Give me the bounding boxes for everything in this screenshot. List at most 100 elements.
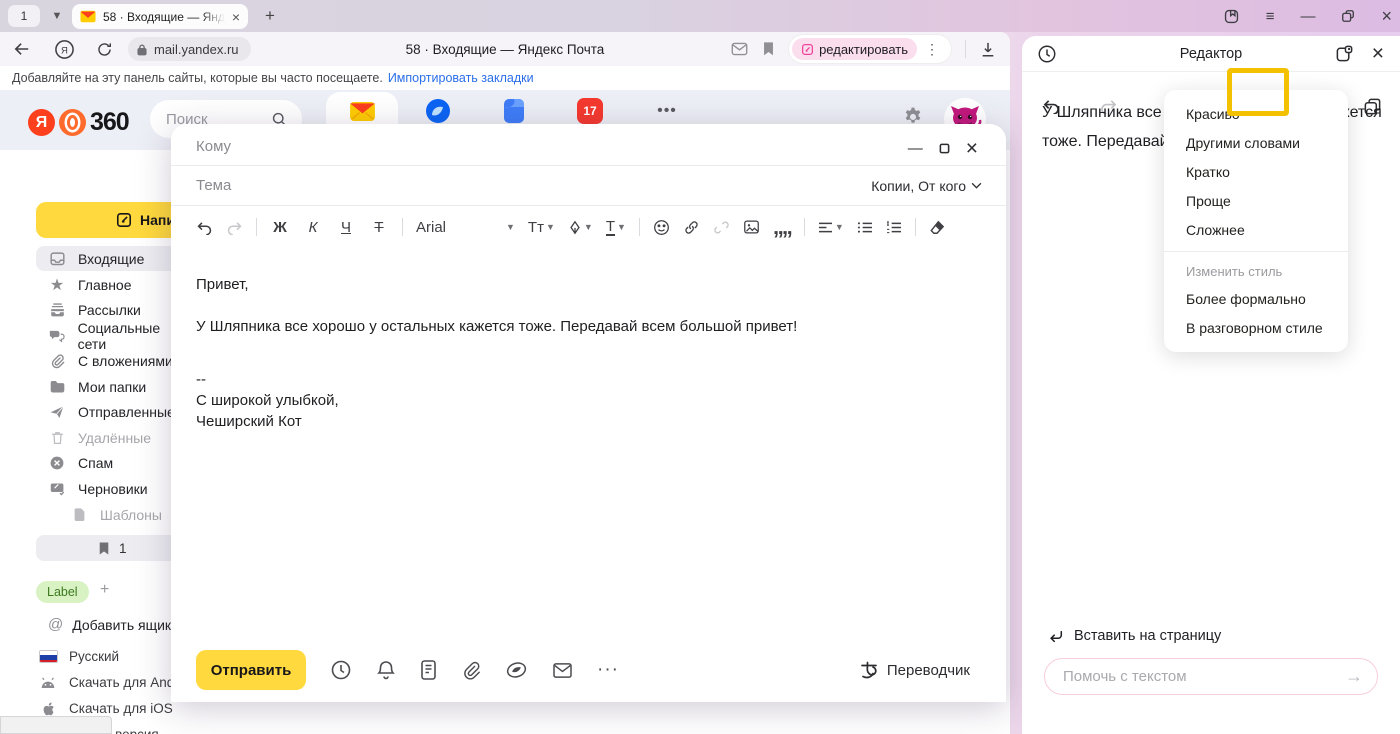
message-body[interactable]: Привет, У Шляпника все хорошо у остальны… xyxy=(171,248,1006,432)
format-toolbar: Ж К Ч Т Arial▼ Tт▼ ▼ Т▼ „„ ▼ xyxy=(171,206,1006,248)
add-mailbox-label: Добавить ящик xyxy=(72,617,171,633)
menu-item-simplify[interactable]: Проще xyxy=(1164,186,1348,215)
label-tag[interactable]: Label xyxy=(36,581,89,603)
translator-button[interactable]: Переводчик xyxy=(859,660,970,680)
align-select[interactable]: ▼ xyxy=(818,221,844,234)
sidebar-item-attachments[interactable]: С вложениями xyxy=(36,348,190,373)
edit-button[interactable]: редактировать xyxy=(792,38,917,60)
menu-item-rephrase[interactable]: Другими словами xyxy=(1164,128,1348,157)
close-panel-icon[interactable]: × xyxy=(1372,43,1384,64)
compose-close-icon[interactable]: × xyxy=(966,138,978,159)
new-tab-button[interactable]: + xyxy=(258,5,282,27)
sidebar-item-social[interactable]: Социальные сети xyxy=(36,323,190,348)
subject-placeholder: Тема xyxy=(196,177,231,194)
font-family-select[interactable]: Arial▼ xyxy=(416,219,515,236)
compose-maximize-icon[interactable] xyxy=(939,143,950,154)
bold-button[interactable]: Ж xyxy=(270,219,290,236)
android-icon xyxy=(38,677,58,689)
refresh-icon[interactable] xyxy=(84,41,124,58)
template-note-icon[interactable] xyxy=(420,659,437,681)
underline-button[interactable]: Ч xyxy=(336,219,356,236)
import-bookmarks-link[interactable]: Импортировать закладки xyxy=(388,71,534,85)
eraser-icon[interactable] xyxy=(929,220,945,235)
browser-menu-icon[interactable]: ≡ xyxy=(1266,9,1275,24)
panel-bookmark-icon[interactable] xyxy=(1223,8,1240,25)
footer-label: Русский xyxy=(69,649,119,664)
insert-label: Вставить на страницу xyxy=(1074,628,1221,644)
quote-icon[interactable]: „„ xyxy=(773,222,791,232)
font-size-select[interactable]: Tт▼ xyxy=(528,219,555,236)
translator-label: Переводчик xyxy=(887,662,970,679)
add-label-icon[interactable]: + xyxy=(100,581,109,599)
mail-notify-icon[interactable] xyxy=(731,42,748,56)
body-line xyxy=(196,295,981,316)
italic-button[interactable]: К xyxy=(303,219,323,236)
attach-from-disk-icon[interactable] xyxy=(505,660,528,680)
language-selector[interactable]: Русский xyxy=(38,644,119,669)
detach-panel-icon[interactable] xyxy=(1335,44,1354,63)
insert-image-icon[interactable] xyxy=(743,219,760,235)
text-color-select[interactable]: Т▼ xyxy=(606,219,626,236)
mail-app-icon xyxy=(349,101,376,122)
cc-from-toggle[interactable]: Копии, От кого xyxy=(871,178,982,194)
back-icon[interactable] xyxy=(0,41,44,57)
link-icon[interactable] xyxy=(683,219,700,236)
sidebar-item-trash[interactable]: Удалённые xyxy=(36,425,190,450)
yandex360-logo[interactable]: Я 360 xyxy=(28,108,129,137)
body-line: С широкой улыбкой, xyxy=(196,390,981,411)
chat-bubbles-icon xyxy=(48,328,66,343)
body-line: Привет, xyxy=(196,274,981,295)
sidebar-item-newsletters[interactable]: Рассылки xyxy=(36,297,190,322)
redo-icon[interactable] xyxy=(226,220,243,235)
tab-close-icon[interactable]: × xyxy=(232,10,240,24)
insert-to-page-button[interactable]: Вставить на страницу xyxy=(1048,628,1221,644)
add-mailbox-button[interactable]: @ Добавить ящик xyxy=(48,616,171,633)
menu-divider xyxy=(1164,251,1348,252)
sidebar-label: Рассылки xyxy=(78,302,141,318)
footer-label: Скачать для iOS xyxy=(69,701,173,716)
menu-item-more-formal[interactable]: Более формально xyxy=(1164,284,1348,313)
sidebar-item-folders[interactable]: Мои папки xyxy=(36,374,190,399)
strikethrough-button[interactable]: Т xyxy=(369,219,389,236)
sidebar-item-templates[interactable]: Шаблоны xyxy=(36,502,190,527)
address-bar[interactable]: mail.yandex.ru xyxy=(128,37,251,61)
compose-minimize-icon[interactable]: — xyxy=(908,140,923,157)
notify-bell-icon[interactable] xyxy=(376,659,396,681)
schedule-send-icon[interactable] xyxy=(330,659,352,681)
emoji-icon[interactable] xyxy=(653,219,670,236)
bookmark-icon[interactable] xyxy=(762,41,775,57)
at-icon: @ xyxy=(48,616,63,633)
sidebar-item-drafts[interactable]: Черновики xyxy=(36,476,190,501)
body-line: Чеширский Кот xyxy=(196,411,981,432)
tab-list-chevron-icon[interactable]: ▼ xyxy=(46,5,68,27)
send-button[interactable]: Отправить xyxy=(196,650,306,690)
close-window-icon[interactable]: × xyxy=(1381,7,1392,25)
download-icon[interactable] xyxy=(980,41,996,58)
menu-item-conversational[interactable]: В разговорном стиле xyxy=(1164,313,1348,342)
menu-item-shorten[interactable]: Кратко xyxy=(1164,157,1348,186)
browser-tab[interactable]: 58 · Входящие — Янде × xyxy=(72,4,248,29)
compose-window: Кому — × Тема Копии, От кого Ж К Ч Т Ari… xyxy=(171,124,1006,702)
minimize-icon[interactable]: — xyxy=(1300,9,1315,24)
sidebar-item-main[interactable]: ★ Главное xyxy=(36,272,190,297)
undo-icon[interactable] xyxy=(196,220,213,235)
sidebar-item-sent[interactable]: Отправленные xyxy=(36,399,190,424)
to-field[interactable]: Кому xyxy=(171,124,1006,165)
attach-file-icon[interactable] xyxy=(461,660,481,681)
sidebar-item-spam[interactable]: Спам xyxy=(36,450,190,475)
url-text: mail.yandex.ru xyxy=(154,42,239,57)
more-actions-icon[interactable]: ··· xyxy=(597,659,619,681)
prompt-send-icon[interactable]: → xyxy=(1345,666,1363,687)
restore-icon[interactable] xyxy=(1341,9,1355,23)
numbered-list-icon[interactable] xyxy=(886,221,902,234)
menu-item-complexify[interactable]: Сложнее xyxy=(1164,215,1348,244)
mail-options-icon[interactable] xyxy=(552,662,573,679)
yandex-services-icon[interactable]: Я xyxy=(44,39,84,60)
tab-group-counter[interactable]: 1 xyxy=(8,5,40,27)
edit-menu-kebab-icon[interactable]: ⋮ xyxy=(917,41,947,58)
unlink-icon[interactable] xyxy=(713,219,730,236)
ai-prompt-input[interactable]: Помочь с текстом → xyxy=(1044,658,1378,695)
subject-field[interactable]: Тема Копии, От кого xyxy=(171,166,1006,205)
fill-color-select[interactable]: ▼ xyxy=(568,220,593,235)
bullet-list-icon[interactable] xyxy=(857,221,873,234)
